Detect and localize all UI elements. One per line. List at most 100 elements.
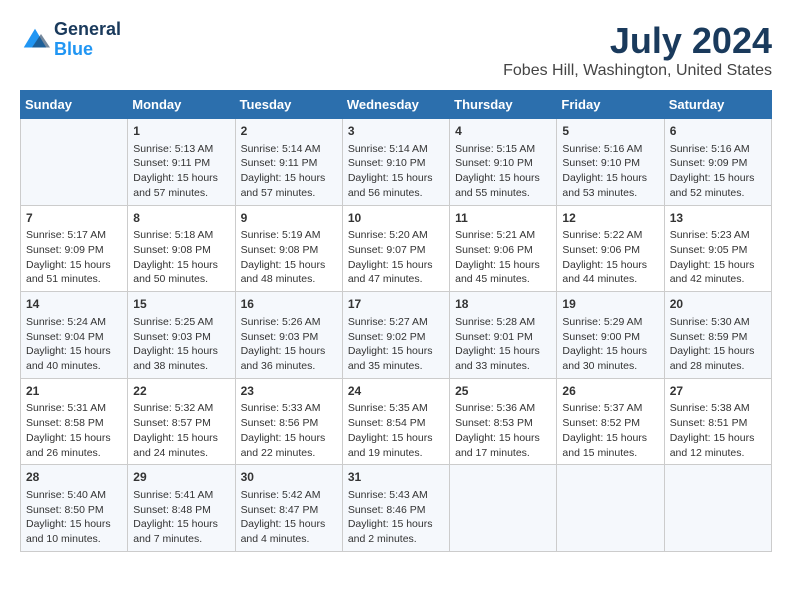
logo: General Blue [20, 20, 121, 60]
day-number: 4 [455, 123, 551, 140]
calendar-cell: 3 Sunrise: 5:14 AM Sunset: 9:10 PM Daylig… [342, 119, 449, 206]
calendar-cell [450, 465, 557, 552]
calendar-cell: 30 Sunrise: 5:42 AM Sunset: 8:47 PM Dayli… [235, 465, 342, 552]
calendar-cell: 6Sunrise: 5:16 AM Sunset: 9:09 PM Daylig… [664, 119, 771, 206]
calendar-cell [557, 465, 664, 552]
calendar-cell: 12Sunrise: 5:22 AM Sunset: 9:06 PM Dayli… [557, 205, 664, 292]
calendar-cell: 23Sunrise: 5:33 AM Sunset: 8:56 PM Dayli… [235, 378, 342, 465]
subtitle: Fobes Hill, Washington, United States [503, 62, 772, 80]
calendar-cell: 10Sunrise: 5:20 AM Sunset: 9:07 PM Dayli… [342, 205, 449, 292]
day-info: Sunrise: 5:42 AM Sunset: 8:47 PM Dayligh… [241, 488, 337, 547]
day-number: 25 [455, 383, 551, 400]
calendar-cell: 15 Sunrise: 5:25 AM Sunset: 9:03 PM Dayli… [128, 292, 235, 379]
day-number: 26 [562, 383, 658, 400]
day-info: Sunrise: 5:16 AM Sunset: 9:10 PM Dayligh… [562, 142, 658, 201]
calendar-week-row: 1Sunrise: 5:13 AM Sunset: 9:11 PM Daylig… [21, 119, 772, 206]
calendar-cell: 17 Sunrise: 5:27 AM Sunset: 9:02 PM Dayli… [342, 292, 449, 379]
day-info: Sunrise: 5:14 AM Sunset: 9:10 PM Dayligh… [348, 142, 444, 201]
calendar-cell: 16 Sunrise: 5:26 AM Sunset: 9:03 PM Dayli… [235, 292, 342, 379]
day-info: Sunrise: 5:23 AM Sunset: 9:05 PM Dayligh… [670, 228, 766, 287]
calendar-cell: 7Sunrise: 5:17 AM Sunset: 9:09 PM Daylig… [21, 205, 128, 292]
day-info: Sunrise: 5:13 AM Sunset: 9:11 PM Dayligh… [133, 142, 229, 201]
logo-icon [20, 25, 50, 55]
calendar-cell [664, 465, 771, 552]
calendar-cell: 13Sunrise: 5:23 AM Sunset: 9:05 PM Dayli… [664, 205, 771, 292]
day-info: Sunrise: 5:36 AM Sunset: 8:53 PM Dayligh… [455, 401, 551, 460]
calendar-week-row: 21Sunrise: 5:31 AM Sunset: 8:58 PM Dayli… [21, 378, 772, 465]
day-info: Sunrise: 5:26 AM Sunset: 9:03 PM Dayligh… [241, 315, 337, 374]
col-thursday: Thursday [450, 91, 557, 119]
day-number: 2 [241, 123, 337, 140]
day-info: Sunrise: 5:43 AM Sunset: 8:46 PM Dayligh… [348, 488, 444, 547]
day-info: Sunrise: 5:24 AM Sunset: 9:04 PM Dayligh… [26, 315, 122, 374]
day-number: 13 [670, 210, 766, 227]
day-info: Sunrise: 5:32 AM Sunset: 8:57 PM Dayligh… [133, 401, 229, 460]
col-wednesday: Wednesday [342, 91, 449, 119]
day-number: 24 [348, 383, 444, 400]
day-number: 27 [670, 383, 766, 400]
calendar-cell: 25Sunrise: 5:36 AM Sunset: 8:53 PM Dayli… [450, 378, 557, 465]
day-info: Sunrise: 5:17 AM Sunset: 9:09 PM Dayligh… [26, 228, 122, 287]
calendar-cell: 18Sunrise: 5:28 AM Sunset: 9:01 PM Dayli… [450, 292, 557, 379]
day-number: 31 [348, 469, 444, 486]
day-info: Sunrise: 5:29 AM Sunset: 9:00 PM Dayligh… [562, 315, 658, 374]
day-info: Sunrise: 5:30 AM Sunset: 8:59 PM Dayligh… [670, 315, 766, 374]
day-info: Sunrise: 5:15 AM Sunset: 9:10 PM Dayligh… [455, 142, 551, 201]
day-info: Sunrise: 5:20 AM Sunset: 9:07 PM Dayligh… [348, 228, 444, 287]
day-info: Sunrise: 5:22 AM Sunset: 9:06 PM Dayligh… [562, 228, 658, 287]
calendar-cell: 4 Sunrise: 5:15 AM Sunset: 9:10 PM Daylig… [450, 119, 557, 206]
day-info: Sunrise: 5:37 AM Sunset: 8:52 PM Dayligh… [562, 401, 658, 460]
calendar-cell: 28 Sunrise: 5:40 AM Sunset: 8:50 PM Dayli… [21, 465, 128, 552]
day-info: Sunrise: 5:27 AM Sunset: 9:02 PM Dayligh… [348, 315, 444, 374]
day-number: 20 [670, 296, 766, 313]
day-number: 3 [348, 123, 444, 140]
day-number: 19 [562, 296, 658, 313]
page-header: General Blue July 2024 Fobes Hill, Washi… [20, 20, 772, 80]
day-number: 17 [348, 296, 444, 313]
calendar-cell: 19 Sunrise: 5:29 AM Sunset: 9:00 PM Dayli… [557, 292, 664, 379]
calendar-cell: 8Sunrise: 5:18 AM Sunset: 9:08 PM Daylig… [128, 205, 235, 292]
day-info: Sunrise: 5:18 AM Sunset: 9:08 PM Dayligh… [133, 228, 229, 287]
day-number: 29 [133, 469, 229, 486]
day-number: 7 [26, 210, 122, 227]
calendar-cell: 21Sunrise: 5:31 AM Sunset: 8:58 PM Dayli… [21, 378, 128, 465]
main-title: July 2024 [503, 20, 772, 62]
day-info: Sunrise: 5:31 AM Sunset: 8:58 PM Dayligh… [26, 401, 122, 460]
day-number: 11 [455, 210, 551, 227]
day-number: 28 [26, 469, 122, 486]
day-number: 16 [241, 296, 337, 313]
day-number: 5 [562, 123, 658, 140]
col-tuesday: Tuesday [235, 91, 342, 119]
calendar-cell: 5 Sunrise: 5:16 AM Sunset: 9:10 PM Daylig… [557, 119, 664, 206]
day-info: Sunrise: 5:19 AM Sunset: 9:08 PM Dayligh… [241, 228, 337, 287]
calendar-cell: 20 Sunrise: 5:30 AM Sunset: 8:59 PM Dayli… [664, 292, 771, 379]
title-section: July 2024 Fobes Hill, Washington, United… [503, 20, 772, 80]
day-info: Sunrise: 5:35 AM Sunset: 8:54 PM Dayligh… [348, 401, 444, 460]
day-info: Sunrise: 5:25 AM Sunset: 9:03 PM Dayligh… [133, 315, 229, 374]
day-number: 23 [241, 383, 337, 400]
calendar-cell: 29Sunrise: 5:41 AM Sunset: 8:48 PM Dayli… [128, 465, 235, 552]
calendar-cell: 24Sunrise: 5:35 AM Sunset: 8:54 PM Dayli… [342, 378, 449, 465]
col-sunday: Sunday [21, 91, 128, 119]
day-number: 15 [133, 296, 229, 313]
day-number: 9 [241, 210, 337, 227]
logo-text: General Blue [54, 20, 121, 60]
day-number: 10 [348, 210, 444, 227]
day-number: 6 [670, 123, 766, 140]
col-saturday: Saturday [664, 91, 771, 119]
calendar-week-row: 14 Sunrise: 5:24 AM Sunset: 9:04 PM Dayli… [21, 292, 772, 379]
calendar-cell: 11Sunrise: 5:21 AM Sunset: 9:06 PM Dayli… [450, 205, 557, 292]
col-monday: Monday [128, 91, 235, 119]
day-info: Sunrise: 5:40 AM Sunset: 8:50 PM Dayligh… [26, 488, 122, 547]
calendar-cell: 31 Sunrise: 5:43 AM Sunset: 8:46 PM Dayli… [342, 465, 449, 552]
day-number: 14 [26, 296, 122, 313]
day-number: 30 [241, 469, 337, 486]
calendar-week-row: 28 Sunrise: 5:40 AM Sunset: 8:50 PM Dayli… [21, 465, 772, 552]
calendar-cell: 27Sunrise: 5:38 AM Sunset: 8:51 PM Dayli… [664, 378, 771, 465]
day-number: 22 [133, 383, 229, 400]
day-info: Sunrise: 5:14 AM Sunset: 9:11 PM Dayligh… [241, 142, 337, 201]
calendar-cell: 26Sunrise: 5:37 AM Sunset: 8:52 PM Dayli… [557, 378, 664, 465]
day-number: 21 [26, 383, 122, 400]
day-number: 8 [133, 210, 229, 227]
calendar-header-row: Sunday Monday Tuesday Wednesday Thursday… [21, 91, 772, 119]
